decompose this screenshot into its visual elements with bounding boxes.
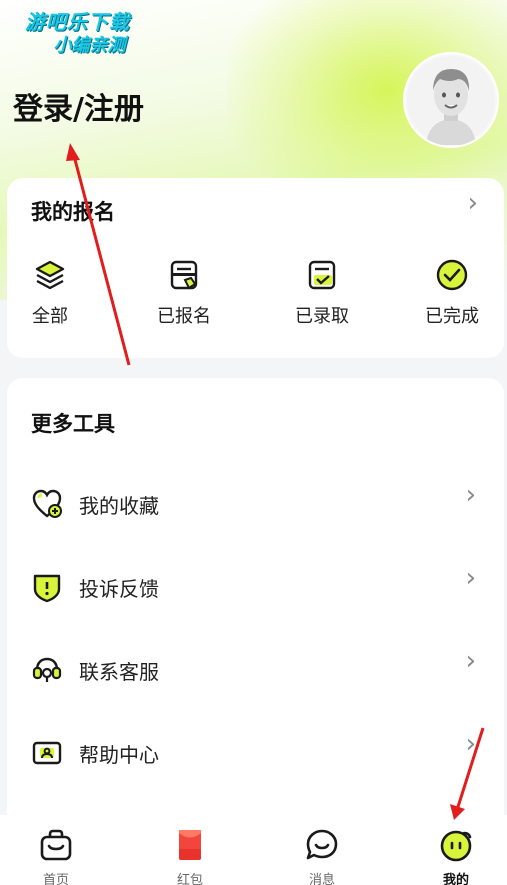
watermark-line1: 游吧乐下载	[25, 10, 130, 34]
tool-row-label: 投诉反馈	[79, 577, 159, 601]
heart-plus-icon	[32, 489, 62, 518]
signup-form-icon	[170, 260, 198, 290]
signup-item-admitted[interactable]: 已录取	[277, 258, 367, 328]
signup-item-all[interactable]: 全部	[5, 258, 95, 328]
chevron-right-icon: ›	[465, 563, 476, 593]
tab-label: 我的	[442, 873, 469, 885]
smiley-face-icon	[440, 830, 472, 862]
tool-row-label: 联系客服	[79, 660, 159, 684]
signup-status-grid: 全部 已报名 已录取 已完成	[7, 258, 504, 338]
shield-alert-icon	[33, 574, 61, 603]
signup-card: 我的报名 › 全部 已报名 已录取 已完成	[7, 178, 504, 358]
chevron-right-icon[interactable]: ›	[468, 188, 478, 218]
tool-row-label: 帮助中心	[79, 743, 159, 767]
headset-icon	[32, 657, 62, 682]
tab-label: 首页	[42, 873, 69, 885]
chevron-right-icon: ›	[465, 480, 476, 510]
layers-icon	[35, 260, 65, 290]
login-register-link[interactable]: 登录/注册	[13, 84, 144, 128]
tab-home[interactable]: 首页	[16, 815, 96, 885]
tab-messages[interactable]: 消息	[282, 815, 362, 885]
watermark-logo: 游吧乐下载 小编亲测	[10, 10, 145, 58]
tab-label: 消息	[308, 873, 335, 885]
shopping-bag-icon	[40, 829, 72, 861]
red-envelope-icon	[179, 830, 201, 860]
tab-red-packet[interactable]: 红包	[150, 815, 230, 885]
chevron-right-icon: ›	[465, 646, 476, 676]
bottom-tab-bar: 首页 红包 消息 我的	[0, 815, 507, 885]
avatar[interactable]	[403, 52, 499, 148]
watermark-line2: 小编亲测	[53, 35, 126, 56]
tab-label: 红包	[176, 873, 203, 885]
signup-item-label: 已完成	[425, 306, 479, 327]
signup-item-label: 全部	[32, 306, 68, 327]
default-avatar-icon	[407, 56, 495, 145]
chat-bubble-icon	[306, 829, 338, 860]
tool-row-label: 我的收藏	[79, 494, 159, 518]
admitted-form-icon	[308, 260, 336, 290]
tool-row-feedback[interactable]: 投诉反馈 ›	[7, 557, 504, 613]
tools-card: 更多工具 我的收藏 › 投诉反馈 › 联系客服 › 帮助中心 ›	[7, 378, 504, 828]
signup-item-label: 已报名	[157, 306, 211, 327]
signup-card-title[interactable]: 我的报名	[31, 196, 115, 226]
check-circle-icon	[436, 259, 468, 291]
signup-item-completed[interactable]: 已完成	[407, 258, 497, 328]
chevron-right-icon: ›	[465, 729, 476, 759]
id-card-icon	[32, 741, 62, 765]
signup-item-registered[interactable]: 已报名	[139, 258, 229, 328]
tool-row-customer-service[interactable]: 联系客服 ›	[7, 640, 504, 696]
tools-card-title: 更多工具	[31, 412, 115, 436]
tab-mine[interactable]: 我的	[416, 815, 496, 885]
signup-item-label: 已录取	[295, 306, 349, 327]
tool-row-favorites[interactable]: 我的收藏 ›	[7, 474, 504, 530]
tool-row-help-center[interactable]: 帮助中心 ›	[7, 723, 504, 779]
